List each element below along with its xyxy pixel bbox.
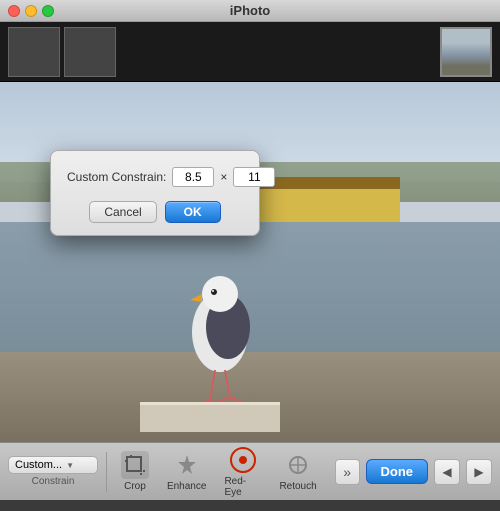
- dialog-inputs-row: Custom Constrain: ×: [67, 167, 243, 187]
- title-bar: iPhoto: [0, 0, 500, 22]
- more-icon: »: [343, 464, 351, 480]
- nav-right-icon: ▶: [474, 465, 483, 479]
- retouch-label: Retouch: [279, 481, 316, 492]
- thumb-image-1: [9, 28, 59, 76]
- toolbar-divider-1: [106, 452, 107, 492]
- ok-button[interactable]: OK: [165, 201, 221, 223]
- nav-prev-button[interactable]: ◀: [434, 459, 460, 485]
- constrain-dropdown[interactable]: Custom... ▼: [8, 456, 98, 474]
- redeye-circle-icon: [230, 447, 256, 473]
- enhance-icon: [173, 451, 201, 479]
- width-input[interactable]: [172, 167, 214, 187]
- maximize-button[interactable]: [42, 5, 54, 17]
- traffic-lights: [8, 5, 54, 17]
- minimize-button[interactable]: [25, 5, 37, 17]
- thumb-image-selected: [442, 29, 490, 75]
- nav-left-icon: ◀: [442, 465, 451, 479]
- separator: ×: [220, 170, 227, 184]
- filmstrip: [0, 22, 500, 82]
- toolbar-right: Done ◀ ▶: [366, 459, 493, 485]
- constrain-label: Custom Constrain:: [67, 170, 166, 184]
- thumb-image-2: [65, 28, 115, 76]
- bottom-toolbar: Custom... ▼ Constrain Crop Enhance: [0, 442, 500, 500]
- dialog-buttons: Cancel OK: [67, 201, 243, 223]
- crop-icon: [121, 451, 149, 479]
- filmstrip-thumb-1[interactable]: [8, 27, 60, 77]
- filmstrip-thumb-selected[interactable]: [440, 27, 492, 77]
- height-input[interactable]: [233, 167, 275, 187]
- enhance-label: Enhance: [167, 481, 206, 492]
- nav-next-button[interactable]: ▶: [466, 459, 492, 485]
- window-title: iPhoto: [230, 3, 270, 18]
- redeye-icon: [229, 446, 257, 474]
- retouch-icon: [284, 451, 312, 479]
- more-tools-button[interactable]: »: [335, 459, 360, 485]
- enhance-tool[interactable]: Enhance: [161, 447, 212, 496]
- done-button[interactable]: Done: [366, 459, 429, 484]
- constrain-label: Constrain: [8, 476, 98, 487]
- close-button[interactable]: [8, 5, 20, 17]
- dropdown-arrow-icon: ▼: [66, 461, 74, 470]
- photo-background: [0, 82, 500, 442]
- seagull-svg: [160, 222, 280, 422]
- redeye-label: Red-Eye: [224, 476, 261, 498]
- seagull: [160, 222, 280, 402]
- custom-constrain-dialog: Custom Constrain: × Cancel OK: [50, 150, 260, 236]
- filmstrip-thumb-2[interactable]: [64, 27, 116, 77]
- crop-tool[interactable]: Crop: [115, 447, 155, 496]
- retouch-tool[interactable]: Retouch: [273, 447, 322, 496]
- constrain-section: Custom... ▼ Constrain: [8, 456, 98, 487]
- pier-ledge: [140, 402, 280, 432]
- main-photo-area: Custom Constrain: × Cancel OK: [0, 82, 500, 442]
- redeye-tool[interactable]: Red-Eye: [218, 442, 267, 502]
- cancel-button[interactable]: Cancel: [89, 201, 156, 223]
- constrain-value: Custom...: [15, 459, 62, 471]
- crop-label: Crop: [124, 481, 146, 492]
